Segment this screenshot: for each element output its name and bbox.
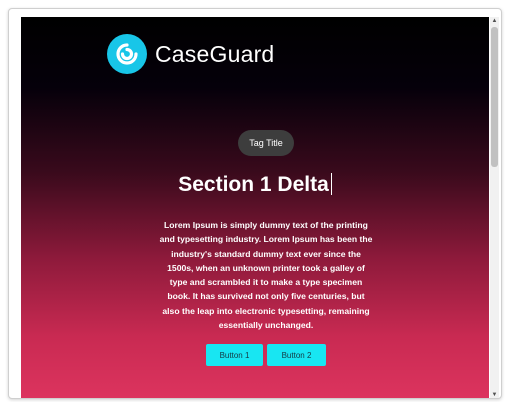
section-body-text: Lorem Ipsum is simply dummy text of the … [159, 220, 373, 331]
scroll-up-arrow-icon[interactable]: ▲ [490, 17, 499, 25]
section-title-text: Section 1 Delta [178, 173, 329, 196]
brand-logo[interactable]: CaseGuard [107, 34, 274, 74]
button-1[interactable]: Button 1 [206, 344, 263, 366]
section-title[interactable]: Section 1 Delta [21, 172, 489, 198]
button-2[interactable]: Button 2 [267, 344, 326, 366]
vertical-scrollbar[interactable]: ▲ ▼ [490, 17, 499, 398]
caseguard-logo-icon [107, 34, 147, 74]
scroll-thumb[interactable] [491, 27, 498, 167]
scroll-down-arrow-icon[interactable]: ▼ [490, 391, 499, 398]
tag-title-badge: Tag Title [238, 130, 294, 156]
page-viewport: CaseGuard Tag Title Section 1 Delta Lore… [21, 17, 489, 398]
browser-window: CaseGuard Tag Title Section 1 Delta Lore… [8, 8, 502, 399]
text-cursor [330, 173, 332, 195]
brand-name: CaseGuard [155, 40, 275, 67]
